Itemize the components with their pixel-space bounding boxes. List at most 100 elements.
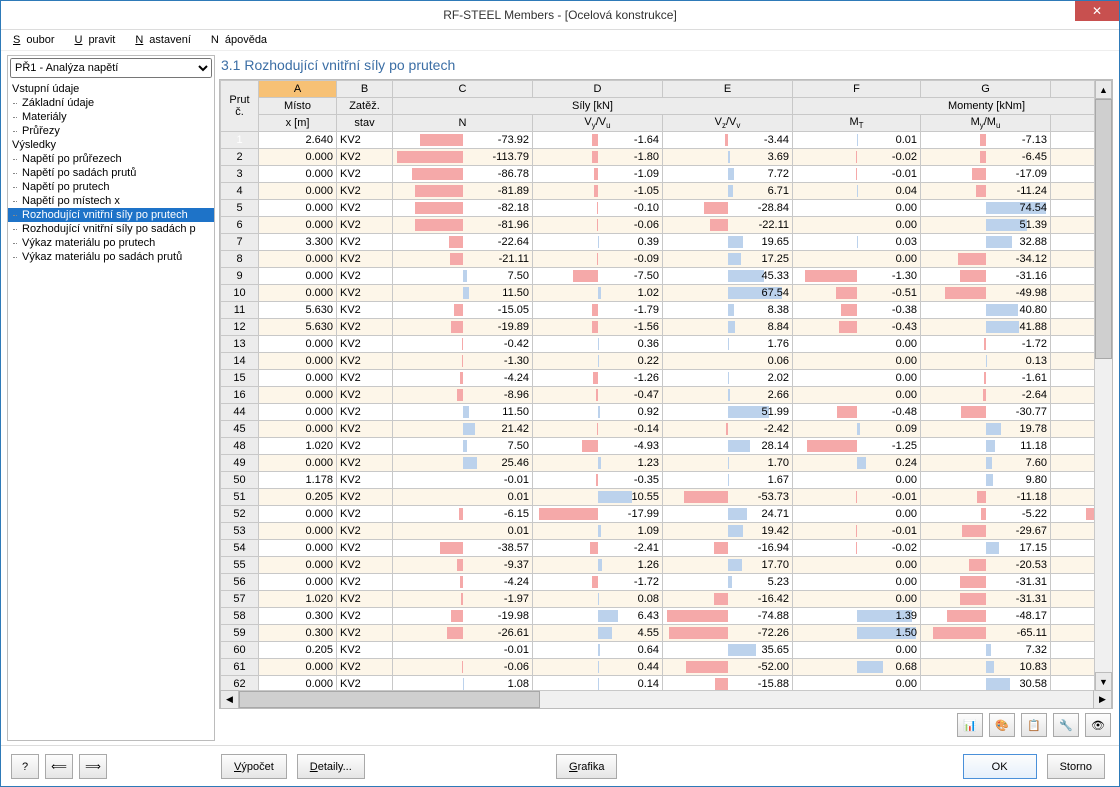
table-row[interactable]: 60.000KV2-81.96-0.06-22.110.0051.39-0.13 <box>221 217 1113 234</box>
cell-b[interactable]: KV2 <box>337 166 393 183</box>
cell-a[interactable]: 0.000 <box>259 370 337 387</box>
cell-b[interactable]: KV2 <box>337 251 393 268</box>
cell-a[interactable]: 0.000 <box>259 200 337 217</box>
cell-b[interactable]: KV2 <box>337 370 393 387</box>
value-cell[interactable]: -0.02 <box>793 149 921 166</box>
cell-a[interactable]: 0.000 <box>259 557 337 574</box>
value-cell[interactable]: 7.60 <box>921 455 1051 472</box>
value-cell[interactable]: -6.15 <box>393 506 533 523</box>
value-cell[interactable]: -0.02 <box>793 540 921 557</box>
value-cell[interactable]: -2.41 <box>533 540 663 557</box>
cell-b[interactable]: KV2 <box>337 387 393 404</box>
row-number[interactable]: 7 <box>221 234 259 251</box>
value-cell[interactable]: -34.12 <box>921 251 1051 268</box>
row-number[interactable]: 6 <box>221 217 259 234</box>
value-cell[interactable]: 11.18 <box>921 438 1051 455</box>
cell-b[interactable]: KV2 <box>337 540 393 557</box>
value-cell[interactable]: -7.50 <box>533 268 663 285</box>
value-cell[interactable]: 24.71 <box>663 506 793 523</box>
row-number[interactable]: 8 <box>221 251 259 268</box>
value-cell[interactable]: 74.54 <box>921 200 1051 217</box>
cell-a[interactable]: 5.630 <box>259 302 337 319</box>
col-letter[interactable]: E <box>663 81 793 98</box>
value-cell[interactable]: -0.48 <box>793 404 921 421</box>
cell-a[interactable]: 0.000 <box>259 217 337 234</box>
table-row[interactable]: 440.000KV211.500.9251.99-0.48-30.77-0.28 <box>221 404 1113 421</box>
value-cell[interactable]: -0.01 <box>393 472 533 489</box>
value-cell[interactable]: -1.05 <box>533 183 663 200</box>
value-cell[interactable]: -1.97 <box>393 591 533 608</box>
table-row[interactable]: 20.000KV2-113.79-1.803.69-0.02-6.45-2.17 <box>221 149 1113 166</box>
value-cell[interactable]: -0.06 <box>533 217 663 234</box>
cell-b[interactable]: KV2 <box>337 234 393 251</box>
vscroll-thumb[interactable] <box>1095 99 1112 359</box>
value-cell[interactable]: -1.79 <box>533 302 663 319</box>
cell-a[interactable]: 0.000 <box>259 183 337 200</box>
row-number[interactable]: 44 <box>221 404 259 421</box>
row-number[interactable]: 1 <box>221 132 259 149</box>
value-cell[interactable]: 0.00 <box>793 387 921 404</box>
row-number[interactable]: 13 <box>221 336 259 353</box>
value-cell[interactable]: 0.00 <box>793 353 921 370</box>
cell-b[interactable]: KV2 <box>337 659 393 676</box>
value-cell[interactable]: -49.98 <box>921 285 1051 302</box>
table-row[interactable]: 125.630KV2-19.89-1.568.84-0.4341.885.02 <box>221 319 1113 336</box>
value-cell[interactable]: -31.16 <box>921 268 1051 285</box>
value-cell[interactable]: 40.80 <box>921 302 1051 319</box>
toolbar-colors-icon[interactable]: 🎨 <box>989 713 1015 737</box>
cell-b[interactable]: KV2 <box>337 455 393 472</box>
value-cell[interactable]: 0.01 <box>793 132 921 149</box>
value-cell[interactable]: -1.72 <box>533 574 663 591</box>
value-cell[interactable]: 67.54 <box>663 285 793 302</box>
value-cell[interactable]: -0.14 <box>533 421 663 438</box>
cell-a[interactable]: 0.000 <box>259 523 337 540</box>
tree-item[interactable]: Vstupní údaje <box>8 82 214 96</box>
cell-b[interactable]: KV2 <box>337 319 393 336</box>
row-number[interactable]: 9 <box>221 268 259 285</box>
value-cell[interactable]: 35.65 <box>663 642 793 659</box>
tree-item[interactable]: Rozhodující vnitřní síly po prutech <box>8 208 214 222</box>
value-cell[interactable]: -8.96 <box>393 387 533 404</box>
table-row[interactable]: 620.000KV21.080.14-15.880.0030.580.72 <box>221 676 1113 691</box>
value-cell[interactable]: -15.05 <box>393 302 533 319</box>
value-cell[interactable]: -30.77 <box>921 404 1051 421</box>
row-number[interactable]: 16 <box>221 387 259 404</box>
value-cell[interactable]: 0.13 <box>921 353 1051 370</box>
value-cell[interactable]: -22.64 <box>393 234 533 251</box>
value-cell[interactable]: -16.42 <box>663 591 793 608</box>
value-cell[interactable]: -1.56 <box>533 319 663 336</box>
value-cell[interactable]: -17.99 <box>533 506 663 523</box>
table-row[interactable]: 540.000KV2-38.57-2.41-16.94-0.0217.15-2.… <box>221 540 1113 557</box>
tree-item[interactable]: Rozhodující vnitřní síly po sadách p <box>8 222 214 236</box>
value-cell[interactable]: 10.83 <box>921 659 1051 676</box>
value-cell[interactable]: -113.79 <box>393 149 533 166</box>
row-number[interactable]: 4 <box>221 183 259 200</box>
row-number[interactable]: 10 <box>221 285 259 302</box>
value-cell[interactable]: 51.99 <box>663 404 793 421</box>
row-number[interactable]: 51 <box>221 489 259 506</box>
value-cell[interactable]: -0.51 <box>793 285 921 302</box>
table-row[interactable]: 90.000KV27.50-7.5045.33-1.30-31.16-0.98 <box>221 268 1113 285</box>
value-cell[interactable]: 0.01 <box>393 523 533 540</box>
table-row[interactable]: 571.020KV2-1.970.08-16.420.00-31.31-2.15 <box>221 591 1113 608</box>
value-cell[interactable]: 0.04 <box>793 183 921 200</box>
value-cell[interactable]: 17.70 <box>663 557 793 574</box>
row-number[interactable]: 59 <box>221 625 259 642</box>
value-cell[interactable]: 2.66 <box>663 387 793 404</box>
vertical-scrollbar[interactable]: ▲ ▼ <box>1094 80 1112 691</box>
cell-b[interactable]: KV2 <box>337 285 393 302</box>
table-row[interactable]: 450.000KV221.42-0.14-2.420.0919.78-1.22 <box>221 421 1113 438</box>
value-cell[interactable]: 6.43 <box>533 608 663 625</box>
tree-item[interactable]: Materiály <box>8 110 214 124</box>
row-number[interactable]: 48 <box>221 438 259 455</box>
tree-item[interactable]: Napětí po průřezech <box>8 152 214 166</box>
cell-a[interactable]: 1.020 <box>259 438 337 455</box>
value-cell[interactable]: 0.00 <box>793 591 921 608</box>
row-number[interactable]: 57 <box>221 591 259 608</box>
cell-b[interactable]: KV2 <box>337 217 393 234</box>
menu-napoveda[interactable]: Nápověda <box>205 32 279 48</box>
value-cell[interactable]: -11.24 <box>921 183 1051 200</box>
row-number[interactable]: 2 <box>221 149 259 166</box>
help-button[interactable]: ? <box>11 754 39 779</box>
cell-b[interactable]: KV2 <box>337 336 393 353</box>
